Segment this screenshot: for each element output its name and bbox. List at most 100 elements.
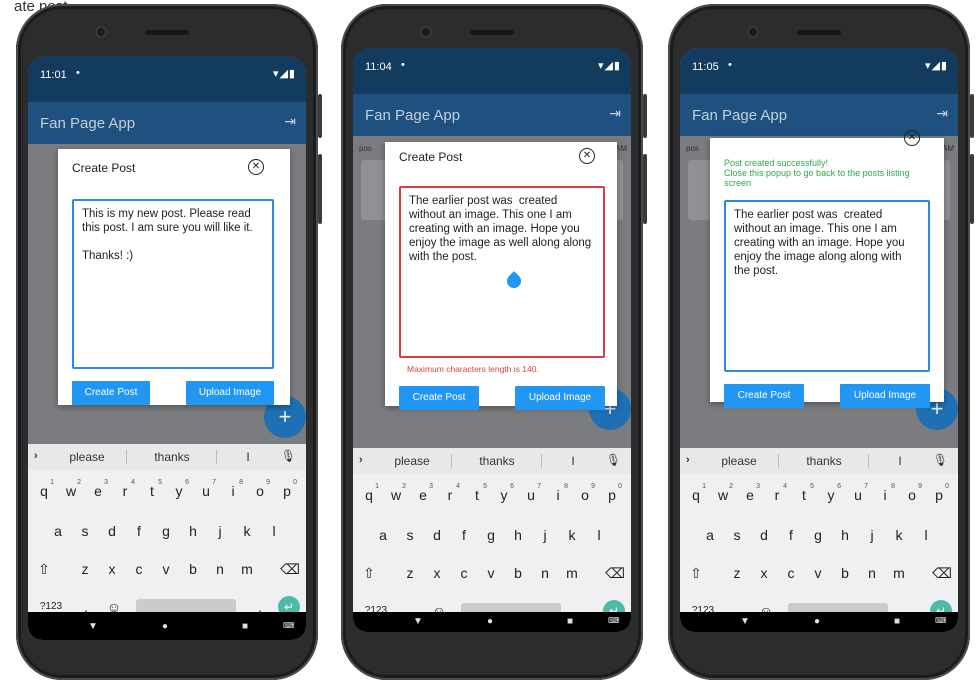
key[interactable]: a bbox=[698, 520, 722, 550]
key[interactable]: j bbox=[533, 520, 557, 550]
suggestion-word[interactable]: I bbox=[228, 450, 268, 464]
microphone-icon[interactable]: 🎙 bbox=[606, 453, 621, 467]
key[interactable]: n bbox=[860, 558, 884, 588]
key[interactable]: x bbox=[425, 558, 449, 588]
keyboard-switch-icon[interactable]: ⌨ bbox=[935, 616, 947, 625]
logout-icon[interactable]: ⇥ bbox=[284, 113, 296, 130]
key[interactable]: j bbox=[860, 520, 884, 550]
key[interactable]: r4 bbox=[113, 476, 137, 506]
shift-icon[interactable]: ⇧ bbox=[357, 558, 381, 588]
key[interactable]: n bbox=[533, 558, 557, 588]
key[interactable]: e3 bbox=[738, 480, 762, 510]
home-icon[interactable]: ● bbox=[814, 616, 820, 627]
key[interactable]: f bbox=[779, 520, 803, 550]
suggestion-word[interactable]: please bbox=[387, 454, 437, 468]
backspace-icon[interactable]: ⌫ bbox=[603, 558, 627, 588]
back-icon[interactable]: ▼ bbox=[740, 616, 750, 627]
key[interactable]: s bbox=[398, 520, 422, 550]
key[interactable]: t5 bbox=[465, 480, 489, 510]
upload-image-button[interactable]: Upload Image bbox=[515, 386, 605, 410]
key[interactable]: c bbox=[127, 554, 151, 584]
key[interactable]: w2 bbox=[59, 476, 83, 506]
recents-icon[interactable]: ■ bbox=[242, 621, 248, 632]
backspace-icon[interactable]: ⌫ bbox=[930, 558, 954, 588]
key[interactable]: g bbox=[154, 516, 178, 546]
key[interactable]: y6 bbox=[167, 476, 191, 506]
key[interactable]: v bbox=[479, 558, 503, 588]
key[interactable]: u7 bbox=[846, 480, 870, 510]
close-icon[interactable]: ✕ bbox=[579, 148, 595, 164]
key[interactable]: u7 bbox=[519, 480, 543, 510]
key[interactable]: h bbox=[506, 520, 530, 550]
microphone-icon[interactable]: 🎙 bbox=[281, 449, 296, 463]
key[interactable]: o9 bbox=[900, 480, 924, 510]
key[interactable]: d bbox=[752, 520, 776, 550]
key[interactable]: f bbox=[452, 520, 476, 550]
suggestion-word[interactable]: thanks bbox=[794, 454, 854, 468]
key[interactable]: b bbox=[181, 554, 205, 584]
key[interactable]: d bbox=[100, 516, 124, 546]
shift-icon[interactable]: ⇧ bbox=[684, 558, 708, 588]
key[interactable]: k bbox=[887, 520, 911, 550]
key[interactable]: z bbox=[398, 558, 422, 588]
create-post-button[interactable]: Create Post bbox=[399, 386, 479, 410]
suggestion-word[interactable]: thanks bbox=[142, 450, 202, 464]
key[interactable]: u7 bbox=[194, 476, 218, 506]
create-post-button[interactable]: Create Post bbox=[72, 381, 150, 405]
back-icon[interactable]: ▼ bbox=[413, 616, 423, 627]
key[interactable]: h bbox=[181, 516, 205, 546]
key[interactable]: h bbox=[833, 520, 857, 550]
key[interactable]: r4 bbox=[765, 480, 789, 510]
suggestion-word[interactable]: I bbox=[553, 454, 593, 468]
key[interactable]: g bbox=[806, 520, 830, 550]
shift-icon[interactable]: ⇧ bbox=[32, 554, 56, 584]
close-icon[interactable]: ✕ bbox=[904, 130, 920, 146]
key[interactable]: r4 bbox=[438, 480, 462, 510]
key[interactable]: w2 bbox=[711, 480, 735, 510]
home-icon[interactable]: ● bbox=[487, 616, 493, 627]
key[interactable]: o9 bbox=[248, 476, 272, 506]
key[interactable]: y6 bbox=[492, 480, 516, 510]
expand-suggestions-icon[interactable]: › bbox=[686, 454, 696, 466]
suggestion-word[interactable]: please bbox=[62, 450, 112, 464]
key[interactable]: s bbox=[73, 516, 97, 546]
logout-icon[interactable]: ⇥ bbox=[936, 105, 948, 122]
key[interactable]: k bbox=[235, 516, 259, 546]
key[interactable]: y6 bbox=[819, 480, 843, 510]
key[interactable]: e3 bbox=[86, 476, 110, 506]
key[interactable]: f bbox=[127, 516, 151, 546]
upload-image-button[interactable]: Upload Image bbox=[840, 384, 930, 408]
upload-image-button[interactable]: Upload Image bbox=[186, 381, 274, 405]
key[interactable]: p0 bbox=[275, 476, 299, 506]
suggestion-word[interactable]: I bbox=[880, 454, 920, 468]
back-icon[interactable]: ▼ bbox=[88, 621, 98, 632]
key[interactable]: q1 bbox=[32, 476, 56, 506]
recents-icon[interactable]: ■ bbox=[567, 616, 573, 627]
home-icon[interactable]: ● bbox=[162, 621, 168, 632]
key[interactable]: a bbox=[371, 520, 395, 550]
suggestion-word[interactable]: please bbox=[714, 454, 764, 468]
post-text-input[interactable]: This is my new post. Please read this po… bbox=[72, 199, 274, 369]
create-post-button[interactable]: Create Post bbox=[724, 384, 804, 408]
key[interactable]: t5 bbox=[140, 476, 164, 506]
expand-suggestions-icon[interactable]: › bbox=[34, 450, 44, 462]
key[interactable]: d bbox=[425, 520, 449, 550]
key[interactable]: s bbox=[725, 520, 749, 550]
key[interactable]: z bbox=[725, 558, 749, 588]
key[interactable]: i8 bbox=[873, 480, 897, 510]
key[interactable]: c bbox=[779, 558, 803, 588]
keyboard-switch-icon[interactable]: ⌨ bbox=[283, 621, 295, 630]
key[interactable]: l bbox=[914, 520, 938, 550]
key[interactable]: m bbox=[887, 558, 911, 588]
key[interactable]: l bbox=[587, 520, 611, 550]
key[interactable]: q1 bbox=[357, 480, 381, 510]
keyboard-switch-icon[interactable]: ⌨ bbox=[608, 616, 620, 625]
key[interactable]: p0 bbox=[600, 480, 624, 510]
key[interactable]: j bbox=[208, 516, 232, 546]
expand-suggestions-icon[interactable]: › bbox=[359, 454, 369, 466]
key[interactable]: e3 bbox=[411, 480, 435, 510]
key[interactable]: b bbox=[506, 558, 530, 588]
post-text-input[interactable]: The earlier post was created without an … bbox=[399, 186, 605, 358]
key[interactable]: x bbox=[752, 558, 776, 588]
key[interactable]: m bbox=[560, 558, 584, 588]
